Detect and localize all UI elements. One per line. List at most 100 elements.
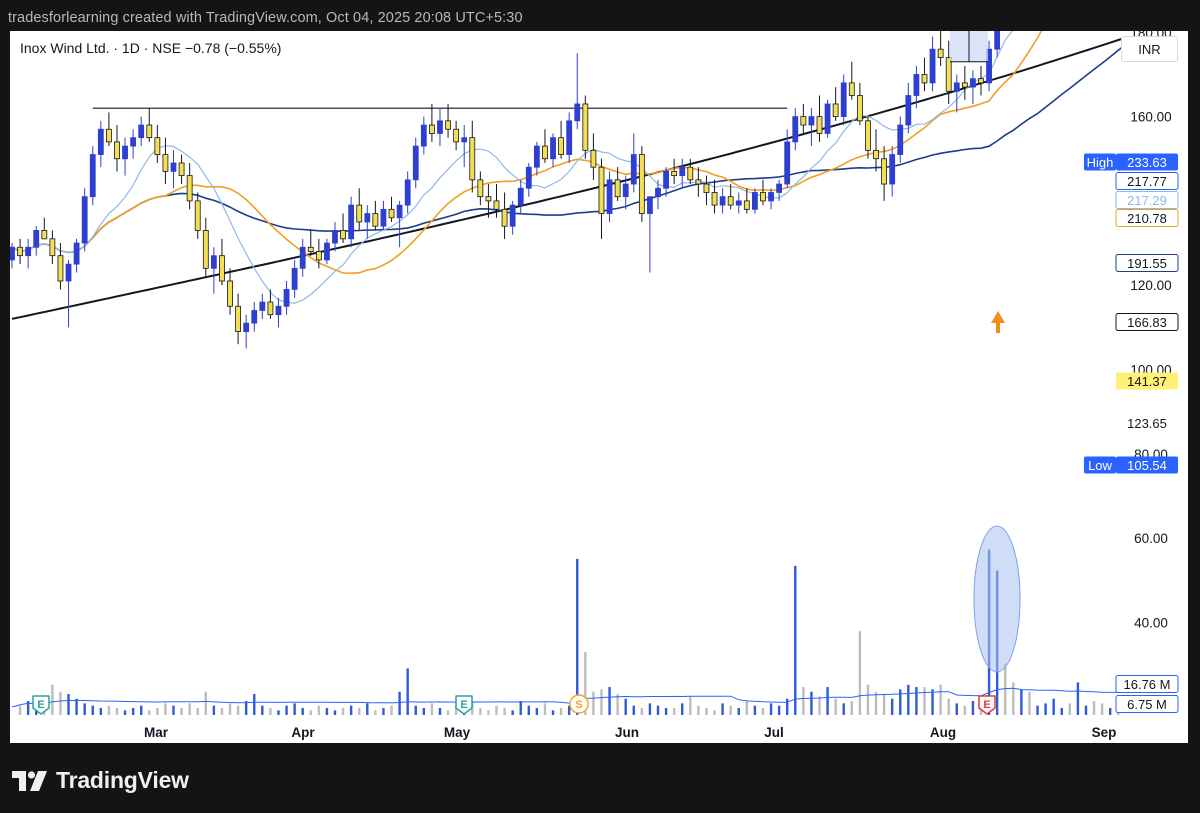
candle[interactable] [493, 200, 500, 210]
candle[interactable] [638, 154, 645, 214]
candle[interactable] [81, 196, 88, 244]
candle[interactable] [130, 137, 137, 147]
candle[interactable] [978, 78, 984, 84]
currency-button[interactable]: INR [1121, 36, 1178, 62]
candle[interactable] [114, 141, 120, 160]
candle[interactable] [420, 124, 427, 147]
candle[interactable] [324, 242, 330, 261]
candle[interactable] [202, 230, 209, 269]
candle[interactable] [404, 179, 411, 206]
candle[interactable] [453, 128, 460, 143]
candle[interactable] [146, 124, 153, 139]
candle[interactable] [800, 116, 807, 126]
candle[interactable] [437, 120, 443, 134]
candle[interactable] [630, 154, 637, 185]
candle[interactable] [251, 310, 258, 324]
candle[interactable] [671, 170, 678, 177]
candle[interactable] [622, 183, 629, 198]
candle[interactable] [186, 175, 193, 202]
candle[interactable] [194, 200, 201, 231]
candle[interactable] [881, 158, 887, 185]
candle[interactable] [970, 78, 976, 88]
candle[interactable] [477, 179, 484, 198]
candle[interactable] [542, 145, 548, 160]
candle[interactable] [913, 74, 920, 96]
candle[interactable] [461, 137, 468, 143]
candle[interactable] [509, 204, 516, 227]
candle[interactable] [396, 204, 403, 219]
candle[interactable] [485, 196, 492, 202]
symbol-legend[interactable]: Inox Wind Ltd. · 1D · NSE −0.78 (−0.55%) [20, 40, 281, 56]
candle[interactable] [784, 141, 791, 185]
tradingview-logo[interactable]: TradingView [12, 767, 189, 794]
chart-panel[interactable]: 260.00240.00200.00180.00160.00120.00100.… [10, 31, 1188, 743]
candle[interactable] [897, 124, 904, 155]
candle[interactable] [291, 267, 298, 290]
candle[interactable] [921, 74, 928, 84]
candle[interactable] [315, 251, 322, 261]
candle[interactable] [929, 48, 936, 84]
candle[interactable] [469, 137, 476, 181]
candle[interactable] [606, 179, 613, 214]
candle[interactable] [412, 145, 419, 181]
candle[interactable] [719, 196, 726, 206]
candle[interactable] [97, 128, 104, 155]
candle[interactable] [348, 204, 355, 240]
candle[interactable] [703, 183, 710, 193]
candle[interactable] [106, 128, 112, 143]
candle[interactable] [332, 230, 338, 244]
candle[interactable] [768, 192, 774, 202]
candle[interactable] [687, 166, 694, 181]
candle[interactable] [170, 162, 177, 172]
candle[interactable] [566, 120, 573, 155]
candle[interactable] [154, 137, 161, 155]
candle[interactable] [889, 154, 896, 185]
candle[interactable] [614, 179, 621, 198]
candle[interactable] [33, 230, 40, 248]
candle[interactable] [283, 289, 290, 307]
candle[interactable] [865, 120, 871, 151]
candle[interactable] [792, 116, 799, 143]
candle[interactable] [937, 48, 944, 58]
candle[interactable] [663, 170, 669, 189]
candle[interactable] [235, 305, 242, 332]
candle[interactable] [340, 230, 346, 240]
candle[interactable] [574, 103, 581, 122]
candle[interactable] [808, 116, 815, 126]
candle[interactable] [49, 238, 56, 257]
candle[interactable] [267, 301, 274, 316]
candle[interactable] [816, 116, 823, 134]
candle[interactable] [953, 82, 960, 92]
candle[interactable] [307, 246, 314, 252]
candle[interactable] [550, 137, 556, 160]
candle[interactable] [760, 192, 766, 202]
candle[interactable] [776, 183, 783, 193]
candle[interactable] [598, 166, 605, 214]
candle[interactable] [41, 230, 48, 240]
candle[interactable] [525, 166, 532, 189]
candle[interactable] [905, 95, 912, 126]
candle[interactable] [501, 208, 508, 227]
candle[interactable] [380, 208, 387, 227]
candle[interactable] [162, 154, 169, 172]
candle[interactable] [743, 200, 750, 210]
candle[interactable] [961, 82, 968, 88]
candle[interactable] [356, 204, 363, 223]
candle[interactable] [178, 162, 185, 177]
candle[interactable] [138, 124, 145, 139]
price-chart[interactable]: 260.00240.00200.00180.00160.00120.00100.… [10, 31, 1188, 743]
candle[interactable] [17, 246, 23, 257]
candle[interactable] [57, 255, 64, 282]
candle[interactable] [655, 187, 661, 198]
candle[interactable] [695, 179, 702, 185]
candle[interactable] [533, 145, 540, 168]
candle[interactable] [848, 82, 855, 96]
candle[interactable] [372, 213, 379, 227]
candle[interactable] [219, 255, 225, 282]
candle[interactable] [735, 200, 742, 206]
candle[interactable] [275, 305, 282, 316]
candle[interactable] [727, 196, 734, 206]
candle[interactable] [994, 31, 1001, 50]
candle[interactable] [73, 242, 80, 265]
candle[interactable] [590, 149, 597, 168]
